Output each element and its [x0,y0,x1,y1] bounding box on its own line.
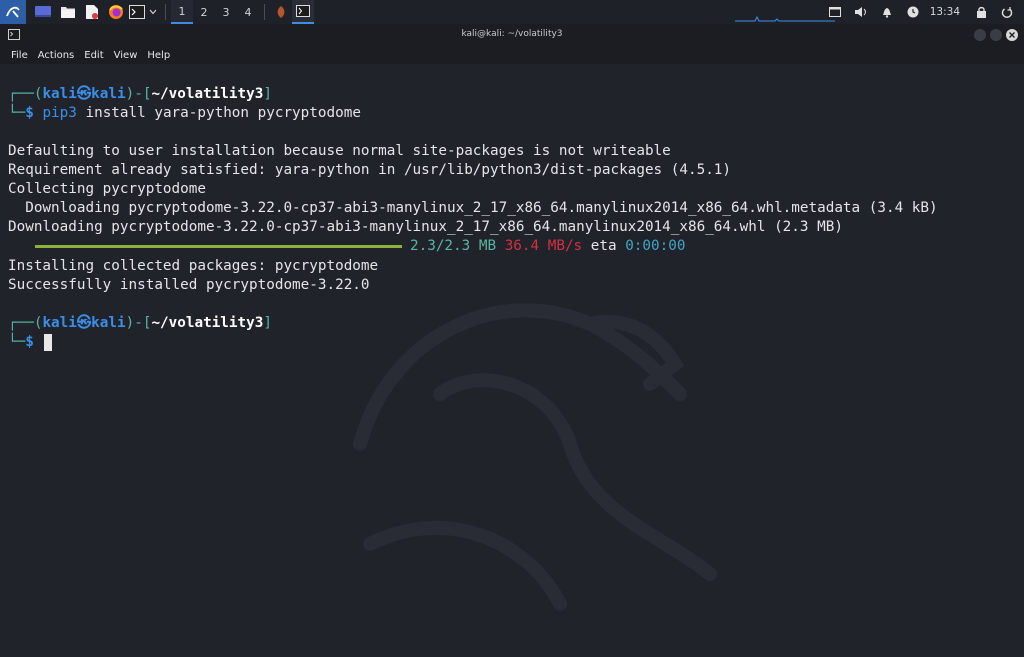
maximize-button[interactable] [990,29,1002,41]
panel-separator [165,4,166,20]
prompt-host: kali [91,86,126,102]
menu-actions[interactable]: Actions [38,50,75,61]
taskbar-terminal-icon[interactable] [292,0,314,24]
output-line: Downloading pycryptodome-3.22.0-cp37-abi… [8,219,843,235]
progress-eta-label: eta [590,238,617,254]
download-progress-bar [35,245,402,248]
prompt-box-mid: )-[ [125,315,152,331]
scrollbar[interactable] [1017,64,1023,657]
command-args: install yara-python pycryptodome [76,105,361,121]
menu-view[interactable]: View [114,50,138,61]
volume-icon[interactable] [850,0,872,24]
prompt-line: ┌──(kali㉿kali)-[~/volatility3] [8,85,272,104]
output-line: Defaulting to user installation because … [8,143,671,159]
workspace-4[interactable]: 4 [237,0,259,24]
top-panel: 1 2 3 4 13:34 [0,0,1024,24]
output-line: Installing collected packages: pycryptod… [8,258,379,274]
prompt-line: ┌──(kali㉿kali)-[~/volatility3] [8,314,272,333]
progress-size: 2.3/2.3 MB [410,238,497,254]
menu-file[interactable]: File [11,50,28,61]
clock-icon [902,0,924,24]
window-titlebar[interactable]: kali@kali: ~/volatility3 [0,24,1024,46]
minimize-button[interactable] [974,29,986,41]
files-icon[interactable] [56,0,80,24]
cpu-graph [735,15,835,22]
prompt-host: kali [91,315,126,331]
system-tray: 13:34 [824,0,1018,24]
prompt-dir: ~/volatility3 [151,86,264,102]
desktop-icon[interactable] [30,0,56,24]
prompt-at: ㉿ [76,315,92,331]
prompt-box-mid: )-[ [125,86,152,102]
text-editor-icon[interactable] [80,0,104,24]
prompt-box-open: ┌──( [8,315,43,331]
power-icon[interactable] [996,0,1018,24]
notification-bell-icon[interactable] [876,0,898,24]
window-title: kali@kali: ~/volatility3 [461,29,563,39]
prompt-dir: ~/volatility3 [151,315,264,331]
window-icon[interactable] [824,0,846,24]
command-bin: pip3 [42,105,77,121]
chevron-down-icon[interactable] [146,0,160,24]
input-line: └─$ [8,333,34,352]
workspace-3[interactable]: 3 [215,0,237,24]
output-line: Collecting pycryptodome [8,181,206,197]
progress-eta: 0:00:00 [625,238,686,254]
output-line: Successfully installed pycryptodome-3.22… [8,277,370,293]
progress-speed: 36.4 MB/s [504,238,583,254]
text-cursor [44,334,52,351]
menu-help[interactable]: Help [147,50,170,61]
command-line: └─$ pip3 install yara-python pycryptodom… [8,104,361,123]
menu-bar: File Actions Edit View Help [0,46,1024,64]
workspace-1[interactable]: 1 [171,0,193,24]
prompt-corner: └─ [8,105,26,121]
lock-icon[interactable] [970,0,992,24]
prompt-user: kali [42,315,77,331]
prompt-box-close: ] [263,315,272,331]
close-icon [1009,32,1015,38]
prompt-at: ㉿ [76,86,92,102]
kali-menu-icon[interactable] [0,0,26,24]
terminal-icon[interactable] [128,0,146,24]
output-line: Requirement already satisfied: yara-pyth… [8,162,732,178]
taskbar-app-icon[interactable] [270,0,292,24]
prompt-user: kali [42,86,77,102]
prompt-box-close: ] [263,86,272,102]
workspace-2[interactable]: 2 [193,0,215,24]
progress-stats: 2.3/2.3 MB 36.4 MB/s eta 0:00:00 [410,237,685,256]
terminal-view[interactable]: ┌──(kali㉿kali)-[~/volatility3] └─$ pip3 … [0,64,1024,657]
close-button[interactable] [1006,29,1018,41]
kali-dragon-watermark [353,303,717,611]
output-line: Downloading pycryptodome-3.22.0-cp37-abi… [8,200,938,216]
prompt-dollar: $ [25,105,34,121]
prompt-dollar: $ [25,334,34,350]
panel-separator [264,4,265,20]
prompt-corner: └─ [8,334,26,350]
clock[interactable]: 13:34 [930,6,960,18]
firefox-icon[interactable] [104,0,128,24]
prompt-box-open: ┌──( [8,86,43,102]
menu-edit[interactable]: Edit [84,50,103,61]
